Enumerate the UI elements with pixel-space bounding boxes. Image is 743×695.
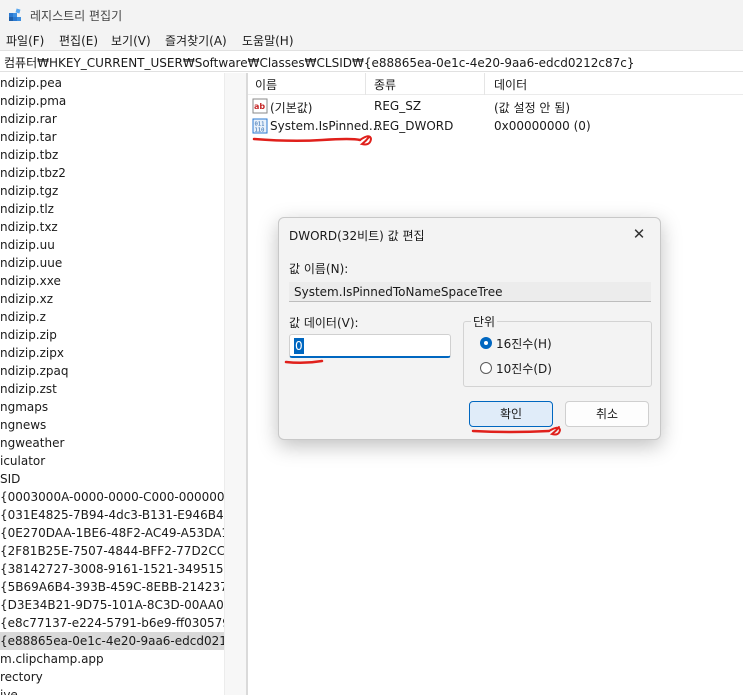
tree-item[interactable]: {D3E34B21-9D75-101A-8C3D-00AA001A1652} <box>0 596 224 614</box>
title-bar: 레지스트리 편집기 <box>0 0 743 30</box>
value-name-label: 값 이름(N): <box>289 262 349 276</box>
close-icon[interactable]: ✕ <box>628 224 650 244</box>
value-data-input[interactable]: 0 <box>289 334 451 358</box>
radio-hex-label[interactable]: 16진수(H) <box>496 335 552 352</box>
list-header: 이름 종류 데이터 <box>248 73 743 95</box>
tree-item[interactable]: ndizip.zip <box>0 326 224 344</box>
tree-item[interactable]: ndizip.tbz2 <box>0 164 224 182</box>
radio-hex[interactable] <box>480 337 492 349</box>
menu-view[interactable]: 보기(V) <box>111 32 151 49</box>
value-name-field: System.IsPinnedToNameSpaceTree <box>289 282 651 302</box>
tree-item[interactable]: ndizip.uu <box>0 236 224 254</box>
value-name: System.IsPinned... <box>270 119 381 133</box>
tree-item[interactable]: ndizip.tlz <box>0 200 224 218</box>
tree-item[interactable]: ndizip.txz <box>0 218 224 236</box>
tree-item[interactable]: ndizip.zst <box>0 380 224 398</box>
tree-item[interactable]: {e8c77137-e224-5791-b6e9-ff0305797a2d} <box>0 614 224 632</box>
tree-item[interactable]: SID <box>0 470 224 488</box>
tree-item[interactable]: {031E4825-7B94-4dc3-B131-E946B44C8DD5} <box>0 506 224 524</box>
registry-editor-icon <box>9 8 21 21</box>
tree-item[interactable]: ive <box>0 686 224 695</box>
tree-item[interactable]: ndizip.zpaq <box>0 362 224 380</box>
tree-item[interactable]: {0E270DAA-1BE6-48F2-AC49-A53DA10EE38B} <box>0 524 224 542</box>
address-path[interactable]: 컴퓨터₩HKEY_CURRENT_USER₩Software₩Classes₩C… <box>4 54 634 71</box>
svg-text:ab: ab <box>254 102 265 111</box>
tree-item[interactable]: {0003000A-0000-0000-C000-000000000046} <box>0 488 224 506</box>
base-group-label: 단위 <box>471 313 498 330</box>
value-data-text[interactable]: 0 <box>294 338 304 354</box>
tree-item[interactable]: ndizip.rar <box>0 110 224 128</box>
tree-item[interactable]: m.clipchamp.app <box>0 650 224 668</box>
tree-item[interactable]: {e88865ea-0e1c-4e20-9aa6-edcd0212c87c} <box>0 632 224 650</box>
column-type[interactable]: 종류 <box>374 76 396 93</box>
value-type: REG_SZ <box>374 99 422 113</box>
value-data: (값 설정 안 됨) <box>494 101 571 115</box>
column-data[interactable]: 데이터 <box>494 76 527 93</box>
tree-item[interactable]: {38142727-3008-9161-1521-349515006D3D} <box>0 560 224 578</box>
dialog-title: DWORD(32비트) 값 편집 <box>289 229 425 243</box>
value-data-label: 값 데이터(V): <box>289 316 359 330</box>
address-bar[interactable]: 컴퓨터₩HKEY_CURRENT_USER₩Software₩Classes₩C… <box>0 50 743 72</box>
edit-dword-dialog: DWORD(32비트) 값 편집 ✕ 값 이름(N): System.IsPin… <box>278 217 661 440</box>
menu-help[interactable]: 도움말(H) <box>242 32 294 49</box>
value-type: REG_DWORD <box>374 119 454 133</box>
tree-item[interactable]: ndizip.xz <box>0 290 224 308</box>
cancel-button[interactable]: 취소 <box>565 401 649 427</box>
tree-item[interactable]: iculator <box>0 452 224 470</box>
tree-item[interactable]: {2F81B25E-7507-4844-BFF2-77D2CC24D2A1} <box>0 542 224 560</box>
menu-file[interactable]: 파일(F) <box>6 32 44 49</box>
tree-item[interactable]: ngmaps <box>0 398 224 416</box>
key-tree[interactable]: ndizip.pea ndizip.pma ndizip.rar ndizip.tar… <box>0 73 224 695</box>
value-data: 0x00000000 (0) <box>494 119 591 133</box>
value-name: (기본값) <box>270 101 313 115</box>
tree-item[interactable]: {5B69A6B4-393B-459C-8EBB-214237A9E7AC} <box>0 578 224 596</box>
red-annotation-underline <box>284 359 324 365</box>
column-separator[interactable] <box>484 73 485 95</box>
column-separator[interactable] <box>365 73 366 95</box>
tree-item[interactable]: ndizip.tbz <box>0 146 224 164</box>
tree-scrollbar[interactable] <box>224 73 246 695</box>
tree-item[interactable]: ndizip.zipx <box>0 344 224 362</box>
red-annotation-underline <box>252 135 373 146</box>
tree-item[interactable]: ngnews <box>0 416 224 434</box>
red-annotation-underline <box>471 426 562 436</box>
value-name-text: System.IsPinnedToNameSpaceTree <box>294 285 503 299</box>
string-value-icon: ab <box>252 98 268 114</box>
menu-edit[interactable]: 편집(E) <box>59 32 98 49</box>
tree-item[interactable]: ndizip.uue <box>0 254 224 272</box>
radio-dec[interactable] <box>480 362 492 374</box>
window-title: 레지스트리 편집기 <box>30 9 123 23</box>
base-group: 16진수(H) 10진수(D) <box>463 321 652 387</box>
tree-item[interactable]: rectory <box>0 668 224 686</box>
list-item[interactable]: ab (기본값) REG_SZ (값 설정 안 됨) <box>248 96 743 116</box>
menu-favorites[interactable]: 즐겨찾기(A) <box>165 32 227 49</box>
tree-item[interactable]: ndizip.pea <box>0 74 224 92</box>
dword-value-icon: 011 110 <box>252 118 268 134</box>
tree-item[interactable]: ndizip.pma <box>0 92 224 110</box>
menu-bar: 파일(F) 편집(E) 보기(V) 즐겨찾기(A) 도움말(H) <box>0 30 743 50</box>
tree-item[interactable]: ndizip.tgz <box>0 182 224 200</box>
radio-dec-label[interactable]: 10진수(D) <box>496 360 552 377</box>
column-name[interactable]: 이름 <box>255 76 277 93</box>
tree-item[interactable]: ndizip.xxe <box>0 272 224 290</box>
tree-item[interactable]: ngweather <box>0 434 224 452</box>
tree-item[interactable]: ndizip.tar <box>0 128 224 146</box>
tree-item[interactable]: ndizip.z <box>0 308 224 326</box>
